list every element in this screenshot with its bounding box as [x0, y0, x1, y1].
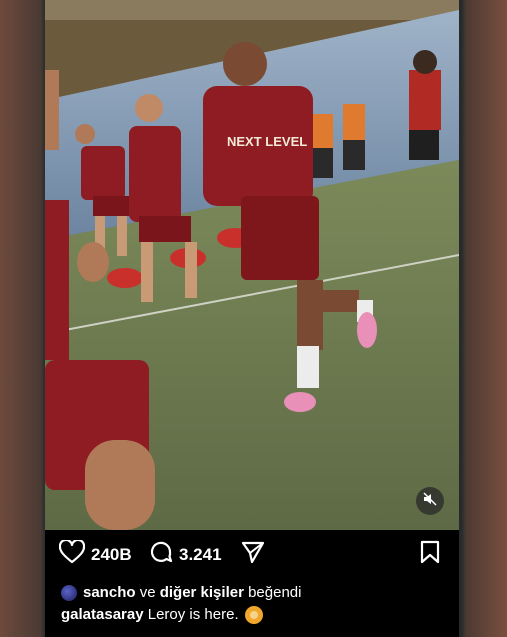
comment-count: 3.241	[179, 544, 222, 564]
avatar[interactable]	[61, 585, 77, 601]
post-card: NEXT LEVEL 240B 3.241 sancho ve diğer ki…	[45, 0, 459, 637]
comment-icon	[149, 540, 173, 569]
caption-text: Leroy is here.	[147, 606, 239, 623]
post-video[interactable]: NEXT LEVEL	[45, 0, 459, 530]
mute-toggle-button[interactable]	[416, 487, 444, 515]
speaker-muted-icon	[423, 491, 437, 511]
share-button[interactable]	[241, 540, 265, 569]
liked-by-others-link[interactable]: diğer kişiler	[160, 582, 244, 604]
save-button[interactable]	[419, 540, 441, 569]
caption-line: galatasaray Leroy is here.	[61, 604, 451, 626]
lion-emoji-icon	[244, 606, 263, 624]
like-count: 240B	[91, 544, 132, 564]
post-meta: sancho ve diğer kişiler beğendi galatasa…	[61, 582, 451, 626]
caption-username[interactable]: galatasaray	[61, 604, 144, 626]
shirt-sponsor-text: NEXT LEVEL	[227, 134, 307, 149]
comment-button[interactable]: 3.241	[149, 540, 222, 569]
heart-icon	[58, 538, 86, 569]
liked-by-connector: ve	[139, 584, 156, 601]
liked-by-line: sancho ve diğer kişiler beğendi	[61, 582, 451, 604]
like-button[interactable]: 240B	[58, 538, 132, 569]
liked-by-username[interactable]: sancho	[83, 582, 136, 604]
liked-by-suffix: beğendi	[248, 584, 302, 601]
send-icon	[241, 540, 265, 569]
training-scene: NEXT LEVEL	[45, 0, 459, 530]
post-actions-bar: 240B 3.241	[45, 534, 459, 578]
bookmark-icon	[419, 540, 441, 569]
